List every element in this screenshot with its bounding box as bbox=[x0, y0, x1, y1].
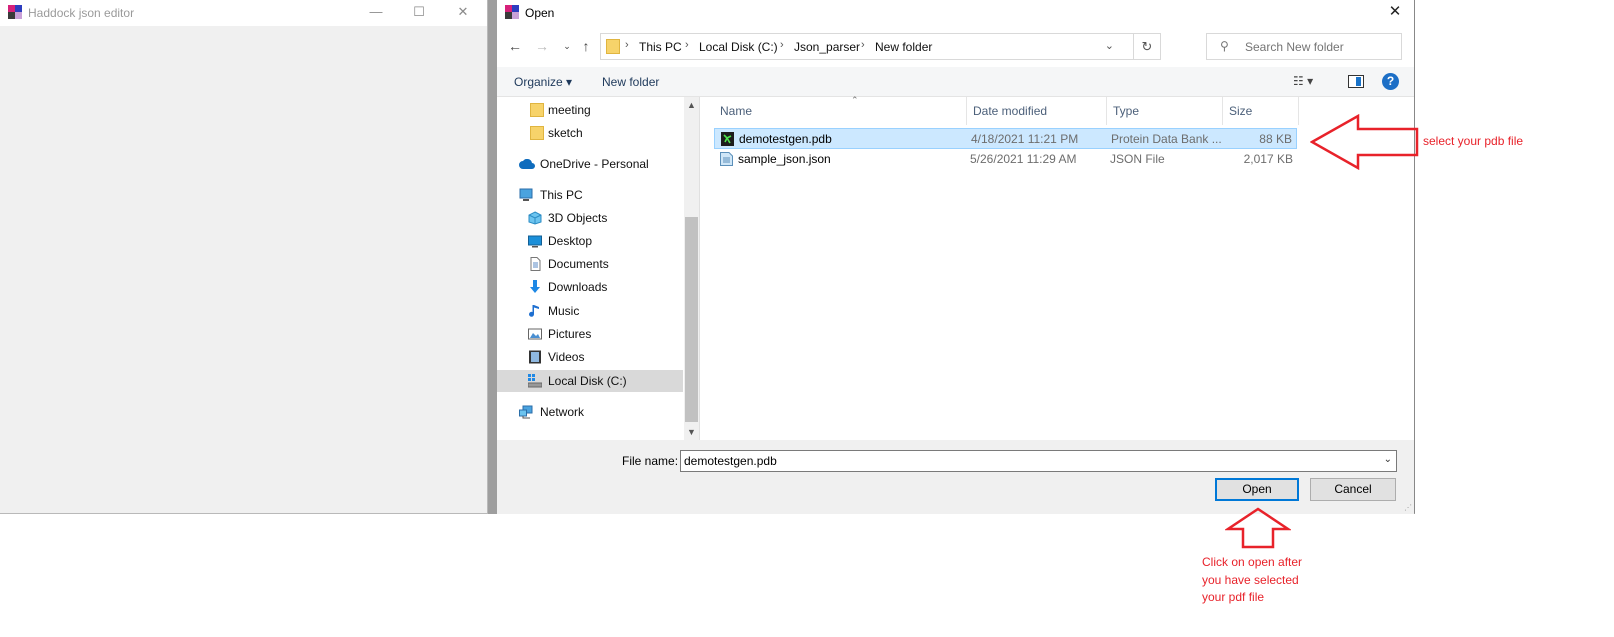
tree-item-network[interactable]: Network bbox=[497, 401, 684, 423]
file-name-dropdown-chevron-icon[interactable]: ⌄ bbox=[1384, 454, 1392, 465]
tree-item-documents[interactable]: Documents bbox=[497, 253, 684, 275]
computer-icon bbox=[519, 188, 533, 201]
tree-item-local-disk[interactable]: Local Disk (C:) bbox=[497, 370, 683, 392]
app-icon bbox=[8, 5, 23, 20]
background-window-title: Haddock json editor bbox=[28, 6, 135, 20]
dialog-title-bar: Open ✕ bbox=[497, 0, 1414, 27]
tree-item-music[interactable]: Music bbox=[497, 300, 684, 322]
tree-item-downloads[interactable]: Downloads bbox=[497, 276, 684, 298]
tree-item-meeting[interactable]: meeting bbox=[497, 99, 684, 121]
file-list: Name ⌃ Date modified Type Size demotestg… bbox=[700, 95, 1414, 440]
tree-item-this-pc[interactable]: This PC bbox=[497, 184, 684, 206]
command-bar: Organize ▾ New folder ☷ ▾ ? bbox=[497, 67, 1414, 97]
sort-ascending-icon: ⌃ bbox=[851, 95, 859, 105]
search-icon: ⚲ bbox=[1220, 39, 1229, 53]
navigation-pane: meeting sketch OneDrive - Personal This … bbox=[497, 97, 684, 440]
file-name-label: File name: bbox=[622, 454, 679, 468]
scroll-up-icon[interactable]: ▲ bbox=[684, 100, 699, 110]
file-row-sample-json[interactable]: sample_json.json 5/26/2021 11:29 AM JSON… bbox=[714, 149, 1297, 170]
scrollbar-thumb[interactable] bbox=[685, 217, 698, 422]
file-name-input[interactable] bbox=[684, 453, 1364, 469]
tree-item-desktop[interactable]: Desktop bbox=[497, 230, 684, 252]
drive-icon bbox=[528, 374, 542, 388]
dialog-title: Open bbox=[525, 6, 555, 20]
dialog-close-icon[interactable]: ✕ bbox=[1380, 0, 1410, 26]
music-icon bbox=[529, 305, 539, 317]
back-arrow-icon[interactable]: ← bbox=[505, 36, 525, 56]
address-bar[interactable]: › This PC › Local Disk (C:) › Json_parse… bbox=[600, 33, 1161, 60]
dialog-footer: File name: ⌄ Open Cancel ⋰ bbox=[497, 440, 1414, 514]
cloud-icon bbox=[519, 159, 535, 169]
preview-pane-icon[interactable] bbox=[1348, 75, 1364, 88]
tree-item-pictures[interactable]: Pictures bbox=[497, 323, 684, 345]
cancel-button[interactable]: Cancel bbox=[1310, 478, 1396, 501]
cube-icon bbox=[528, 211, 542, 225]
resize-grip-icon[interactable]: ⋰ bbox=[1404, 503, 1412, 512]
annotation-arrow-up-icon bbox=[1225, 507, 1291, 549]
open-file-dialog: Open ✕ ← → ⌄ ↑ › This PC › Local Disk (C… bbox=[497, 0, 1415, 514]
column-header-name[interactable]: Name ⌃ bbox=[714, 95, 967, 125]
folder-icon bbox=[530, 126, 544, 140]
column-header-date[interactable]: Date modified bbox=[967, 97, 1107, 125]
tree-item-sketch[interactable]: sketch bbox=[497, 122, 684, 144]
scroll-down-icon[interactable]: ▼ bbox=[684, 427, 699, 437]
minimize-icon[interactable]: — bbox=[354, 0, 398, 26]
search-box[interactable]: ⚲ bbox=[1206, 33, 1402, 60]
navigation-pane-scrollbar[interactable]: ▲ ▼ bbox=[684, 97, 699, 440]
network-icon bbox=[519, 405, 533, 419]
address-folder-icon bbox=[606, 39, 620, 54]
folder-icon bbox=[530, 103, 544, 117]
background-title-bar: Haddock json editor — ☐ ✕ bbox=[0, 0, 487, 26]
column-header-type[interactable]: Type bbox=[1107, 97, 1223, 125]
breadcrumb-local-disk[interactable]: Local Disk (C:) bbox=[699, 40, 778, 54]
video-icon bbox=[529, 350, 541, 364]
window-gap bbox=[488, 0, 497, 514]
breadcrumb-json-parser[interactable]: Json_parser bbox=[794, 40, 860, 54]
recent-locations-chevron-icon[interactable]: ⌄ bbox=[557, 36, 577, 56]
background-app-window: Haddock json editor — ☐ ✕ bbox=[0, 0, 488, 514]
desktop-icon bbox=[528, 235, 542, 248]
organize-button[interactable]: Organize ▾ bbox=[514, 75, 572, 89]
file-row-demotestgen[interactable]: demotestgen.pdb 4/18/2021 11:21 PM Prote… bbox=[714, 128, 1297, 149]
column-header-size[interactable]: Size bbox=[1223, 97, 1299, 125]
address-dropdown-chevron-icon[interactable]: ⌄ bbox=[1105, 39, 1114, 52]
breadcrumb-this-pc[interactable]: This PC bbox=[639, 40, 682, 54]
navigation-bar: ← → ⌄ ↑ › This PC › Local Disk (C:) › Js… bbox=[497, 27, 1414, 67]
picture-icon bbox=[528, 328, 542, 340]
annotation-arrow-left-icon bbox=[1310, 114, 1419, 170]
maximize-icon[interactable]: ☐ bbox=[397, 0, 441, 26]
json-file-icon bbox=[720, 152, 733, 166]
help-icon[interactable]: ? bbox=[1382, 73, 1399, 90]
search-input[interactable] bbox=[1245, 38, 1395, 56]
open-button[interactable]: Open bbox=[1215, 478, 1299, 501]
tree-item-onedrive[interactable]: OneDrive - Personal bbox=[497, 153, 684, 175]
tree-item-videos[interactable]: Videos bbox=[497, 346, 684, 368]
forward-arrow-icon[interactable]: → bbox=[532, 36, 552, 56]
breadcrumb-new-folder[interactable]: New folder bbox=[875, 40, 932, 54]
annotation-click-open: Click on open after you have selected yo… bbox=[1202, 555, 1303, 604]
file-name-combobox[interactable]: ⌄ bbox=[680, 450, 1397, 472]
download-icon bbox=[530, 280, 540, 293]
document-icon bbox=[530, 257, 541, 271]
dialog-app-icon bbox=[505, 5, 520, 20]
tree-item-3d-objects[interactable]: 3D Objects bbox=[497, 207, 684, 229]
annotation-select-pdb: select your pdb file bbox=[1423, 134, 1524, 148]
pdb-file-icon bbox=[721, 132, 734, 146]
close-icon[interactable]: ✕ bbox=[441, 0, 485, 26]
up-arrow-icon[interactable]: ↑ bbox=[576, 36, 596, 56]
new-folder-button[interactable]: New folder bbox=[602, 75, 659, 89]
change-view-icon[interactable]: ☷ ▾ bbox=[1293, 74, 1313, 88]
refresh-icon[interactable]: ↻ bbox=[1133, 34, 1160, 59]
